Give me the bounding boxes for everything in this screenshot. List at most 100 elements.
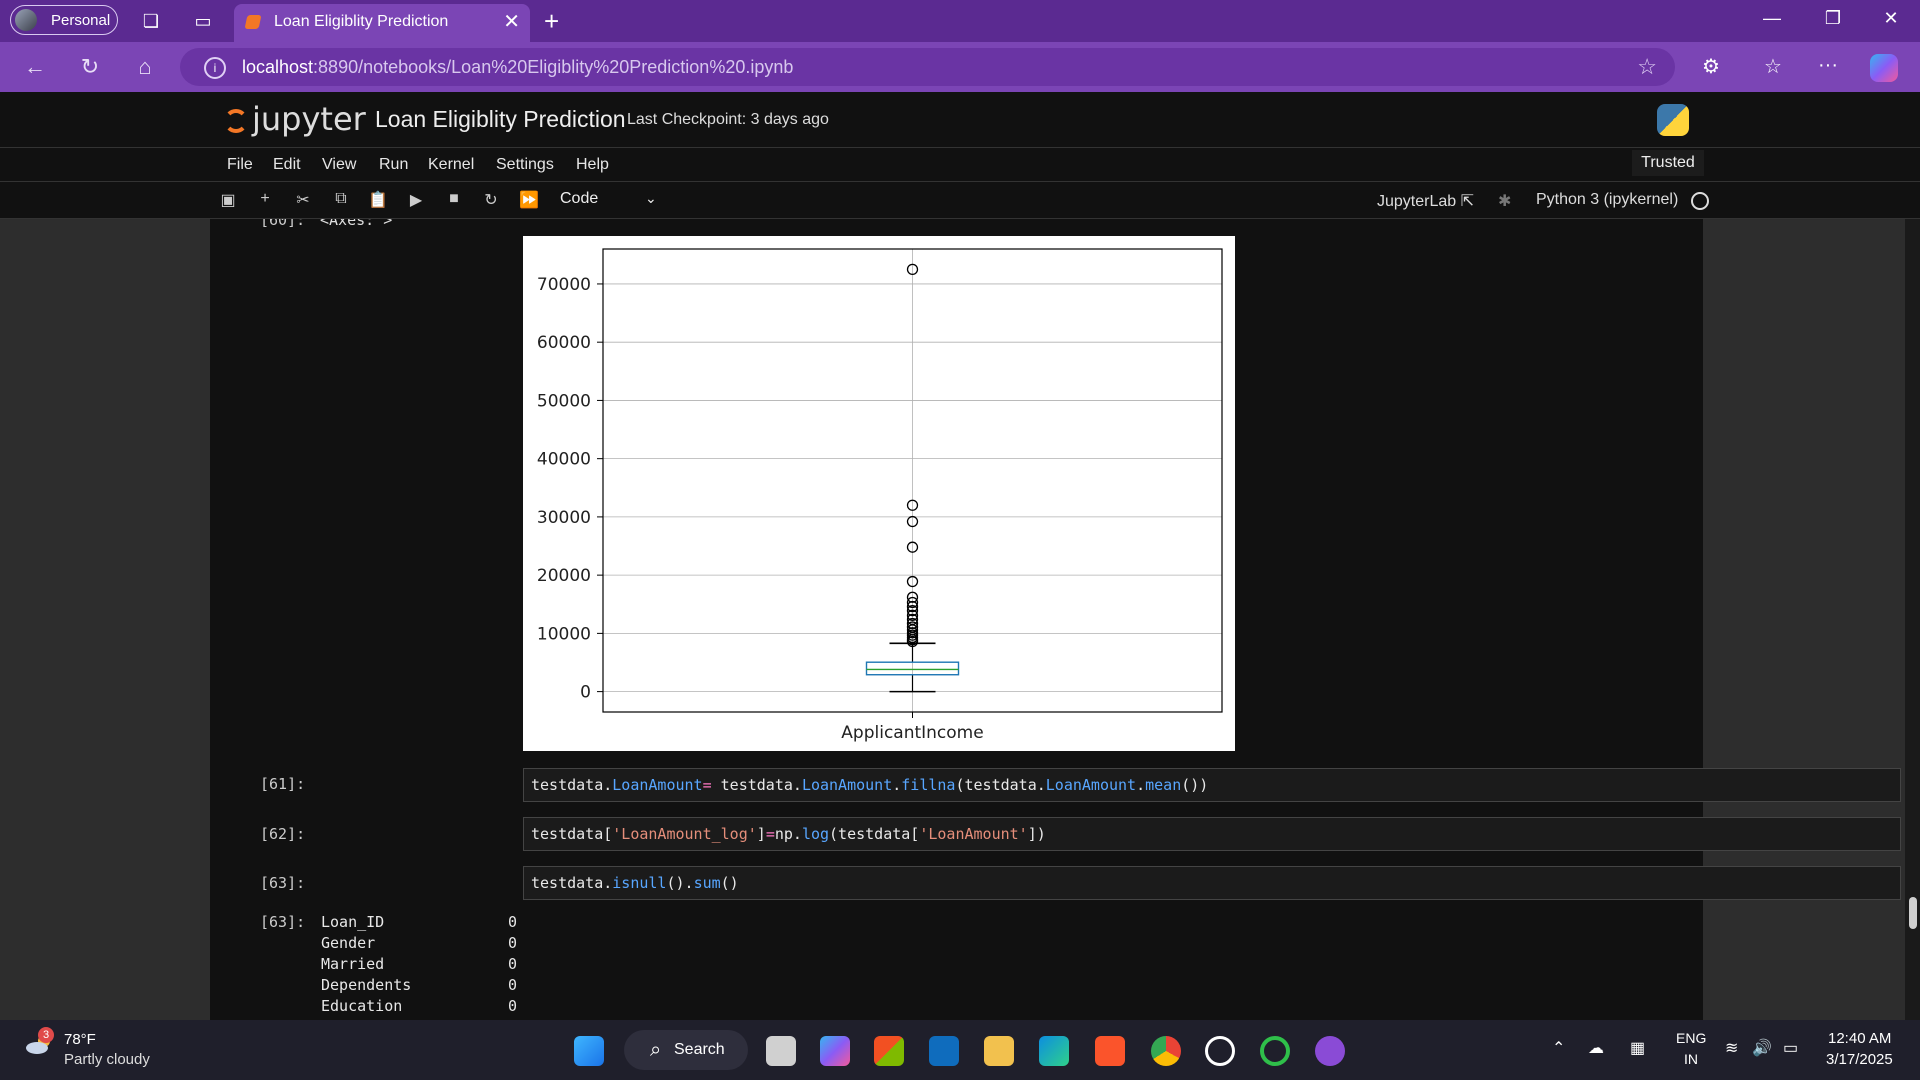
copy-icon[interactable]: ⧉ [330,190,352,208]
outlook-icon[interactable] [929,1036,959,1066]
notebook-toolbar: ▣ + ✂ ⧉ 📋 ▶ ■ ↻ ⏩ Code ⌄ JupyterLab ⇱ ✱ … [0,182,1920,219]
kernel-status-icon [1691,192,1709,210]
checkpoint-status: Last Checkpoint: 3 days ago [627,111,829,128]
back-icon[interactable]: ← [20,54,50,80]
file-explorer-icon[interactable] [984,1036,1014,1066]
jupyter-logo[interactable]: jupyter [224,100,366,138]
menu-bar: File Edit View Run Kernel Settings Help … [0,148,1920,182]
home-icon[interactable]: ⌂ [130,54,160,80]
menu-kernel[interactable]: Kernel [428,156,474,174]
battery-icon[interactable]: ▭ [1783,1038,1798,1058]
python-logo-icon [1657,104,1689,136]
new-tab-icon[interactable]: + [544,6,559,37]
workspaces-icon[interactable]: ❏ [138,8,164,34]
close-tab-icon[interactable]: ✕ [503,4,520,40]
scroll-thumb[interactable] [1909,897,1917,929]
notebook-title[interactable]: Loan Eligiblity Prediction [375,106,626,133]
debugger-icon[interactable]: ✱ [1498,191,1511,211]
menu-settings[interactable]: Settings [496,156,554,174]
chevron-down-icon: ⌄ [645,190,657,206]
minimize-icon[interactable]: — [1757,8,1787,29]
code-cell-62[interactable]: testdata['LoanAmount_log']=np.log(testda… [523,817,1901,851]
tray-app-icon[interactable]: ▦ [1630,1038,1645,1058]
search-icon: ⌕ [650,1039,662,1061]
avatar [15,9,37,31]
app-ring-icon[interactable] [1260,1036,1290,1066]
x-tick-label: ApplicantIncome [841,723,983,743]
run-all-icon[interactable]: ⏩ [518,190,540,210]
add-cell-icon[interactable]: + [254,190,276,208]
null-count: 0 [508,997,518,1015]
null-count: 0 [508,976,518,994]
list-item: Married 0 [321,955,521,976]
menu-file[interactable]: File [227,156,253,174]
wifi-icon[interactable]: ≋ [1725,1038,1738,1058]
weather-desc[interactable]: Partly cloudy [64,1051,150,1068]
taskbar-search[interactable]: ⌕ Search [624,1030,748,1070]
cell-type-select[interactable]: Code ⌄ [560,190,657,208]
code-cell-63[interactable]: testdata.isnull().sum() [523,866,1901,900]
save-icon[interactable]: ▣ [217,190,239,210]
menu-run[interactable]: Run [379,156,408,174]
store-icon[interactable] [874,1036,904,1066]
site-info-icon[interactable]: i [204,57,226,79]
address-bar[interactable]: i localhost:8890/notebooks/Loan%20Eligib… [180,48,1675,86]
vertical-scrollbar[interactable] [1905,219,1920,1020]
y-tick-label: 60000 [537,333,591,353]
list-item: Education 0 [321,997,521,1018]
profile-button[interactable]: Personal [10,5,118,35]
weather-temp[interactable]: 78°F [64,1031,96,1048]
brave-icon[interactable] [1095,1036,1125,1066]
run-icon[interactable]: ▶ [405,190,427,210]
tab-actions-icon[interactable]: ▭ [190,8,216,34]
jupyterlab-link[interactable]: JupyterLab ⇱ [1377,191,1474,211]
kernel-name[interactable]: Python 3 (ipykernel) [1536,191,1678,209]
list-item: Loan_ID 0 [321,913,521,934]
menu-edit[interactable]: Edit [273,156,301,174]
list-item: Dependents 0 [321,976,521,997]
chatgpt-icon[interactable] [1205,1036,1235,1066]
taskbar: 3 78°F Partly cloudy ⌕ Search ⌃ ☁ ▦ ENG … [0,1020,1920,1080]
language-region[interactable]: IN [1684,1051,1698,1067]
close-window-icon[interactable]: ✕ [1876,8,1906,29]
cell-type-value: Code [560,190,599,207]
edge-icon[interactable] [1039,1036,1069,1066]
jupyterlab-label: JupyterLab [1377,193,1457,210]
notebook-panel: [60]: <Axes: > 0 10000 20000 30000 40000 5000… [210,219,1901,1020]
refresh-icon[interactable]: ↻ [75,54,105,80]
language-indicator[interactable]: ENG [1676,1030,1706,1046]
chrome-icon[interactable] [1151,1036,1181,1066]
restore-icon[interactable]: ❐ [1818,8,1848,29]
extensions-icon[interactable]: ⚙ [1696,54,1726,79]
jupyter-logo-icon [224,109,248,133]
clock-date[interactable]: 3/17/2025 [1826,1051,1893,1068]
copilot-icon[interactable] [1870,54,1898,82]
paste-icon[interactable]: 📋 [367,190,389,210]
github-desktop-icon[interactable] [1315,1036,1345,1066]
clock-time[interactable]: 12:40 AM [1828,1030,1891,1047]
volume-icon[interactable]: 🔊 [1752,1038,1772,1058]
more-menu-icon[interactable]: ··· [1813,54,1843,77]
show-hidden-icons-icon[interactable]: ⌃ [1552,1038,1565,1058]
menu-help[interactable]: Help [576,156,609,174]
null-count: 0 [508,934,518,952]
output-prompt-60: [60]: [260,219,306,229]
windows-start-icon[interactable] [574,1036,604,1066]
restart-icon[interactable]: ↻ [480,190,502,210]
menu-view[interactable]: View [322,156,356,174]
favorites-icon[interactable]: ☆ [1758,54,1788,79]
tab-notebook[interactable]: Loan Eligiblity Prediction ✕ [234,4,530,42]
notebook-area: [60]: <Axes: > 0 10000 20000 30000 40000 5000… [0,219,1905,1020]
stop-icon[interactable]: ■ [443,190,465,208]
jupyter-favicon-icon [244,15,262,29]
null-count: 0 [508,913,518,931]
trusted-badge[interactable]: Trusted [1632,150,1704,176]
tab-strip: Personal ❏ ▭ Loan Eligiblity Prediction … [0,0,1920,42]
cut-icon[interactable]: ✂ [292,190,314,210]
onedrive-icon[interactable]: ☁ [1588,1038,1604,1058]
copilot-app-icon[interactable] [820,1036,850,1066]
favorite-star-icon[interactable]: ☆ [1637,48,1657,86]
url-path: :8890/notebooks/Loan%20Eligiblity%20Pred… [313,57,794,77]
task-view-icon[interactable] [766,1036,796,1066]
code-cell-61[interactable]: testdata.LoanAmount= testdata.LoanAmount… [523,768,1901,802]
